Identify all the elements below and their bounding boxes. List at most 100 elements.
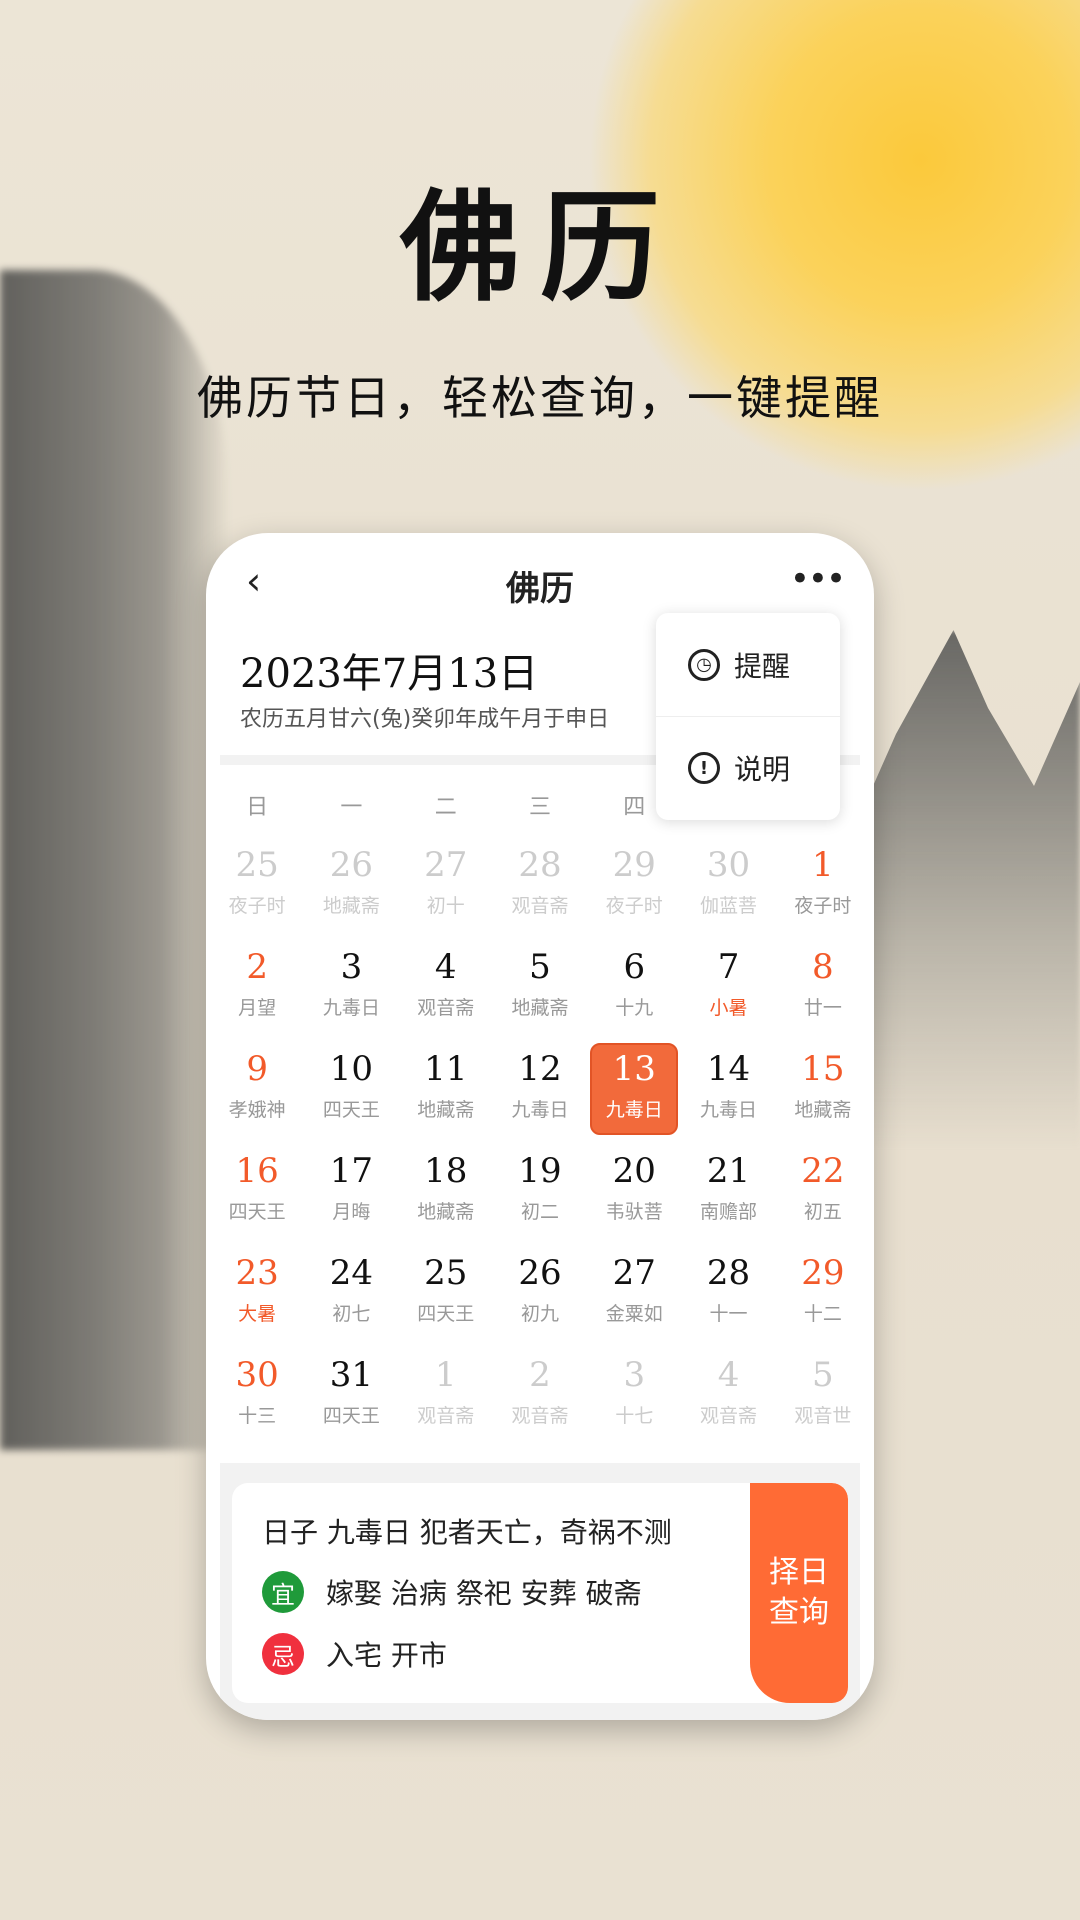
day-number: 29 xyxy=(801,1253,845,1293)
calendar-day[interactable]: 25 夜子时 xyxy=(210,833,304,935)
calendar-day[interactable]: 26 初九 xyxy=(493,1241,587,1343)
pick-label-2: 查询 xyxy=(769,1595,829,1630)
calendar-day[interactable]: 31 四天王 xyxy=(304,1343,398,1445)
day-number: 20 xyxy=(612,1151,656,1191)
calendar-day[interactable]: 19 初二 xyxy=(493,1139,587,1241)
day-number: 9 xyxy=(246,1049,268,1089)
day-number: 4 xyxy=(434,947,457,987)
day-lunar-label: 九毒日 xyxy=(605,1099,663,1121)
day-number: 4 xyxy=(717,1355,740,1395)
calendar-day[interactable]: 8 廿一 xyxy=(776,935,870,1037)
calendar-day[interactable]: 27 初十 xyxy=(399,833,493,935)
calendar-day[interactable]: 28 观音斋 xyxy=(493,833,587,935)
day-number: 24 xyxy=(329,1253,374,1293)
weekday-label: 二 xyxy=(434,795,457,820)
ji-badge: 忌 xyxy=(262,1633,304,1675)
day-number: 31 xyxy=(329,1355,374,1395)
day-lunar-label: 伽蓝菩 xyxy=(700,895,758,917)
day-lunar-label: 初五 xyxy=(803,1201,842,1223)
calendar-day[interactable]: 28 十一 xyxy=(681,1241,775,1343)
day-lunar-label: 地藏斋 xyxy=(417,1099,475,1121)
menu-item-reminder[interactable]: ◷ 提醒 xyxy=(656,613,840,716)
day-lunar-label: 观音斋 xyxy=(511,895,569,917)
calendar-day[interactable]: 29 十二 xyxy=(776,1241,870,1343)
calendar-day[interactable]: 27 金粟如 xyxy=(587,1241,681,1343)
day-lunar-label: 观音斋 xyxy=(417,997,475,1019)
day-lunar-label: 四天王 xyxy=(228,1201,286,1223)
day-number: 29 xyxy=(612,845,656,885)
menu-item-help[interactable]: ! 说明 xyxy=(656,716,840,819)
calendar-day[interactable]: 4 观音斋 xyxy=(399,935,493,1037)
weekday-label: 三 xyxy=(528,795,551,820)
calendar-day-selected[interactable]: 13 九毒日 xyxy=(587,1037,681,1139)
calendar-days: 25 夜子时 26 地藏斋 27 初十 28 观音斋 29 夜子时 30 伽蓝菩 1 夜子时 2 月望 3 九毒日… xyxy=(210,833,870,1445)
day-number: 1 xyxy=(812,845,834,885)
calendar-day[interactable]: 22 初五 xyxy=(776,1139,870,1241)
calendar-day[interactable]: 5 地藏斋 xyxy=(493,935,587,1037)
calendar-day[interactable]: 12 九毒日 xyxy=(493,1037,587,1139)
calendar-day[interactable]: 20 韦驮菩 xyxy=(587,1139,681,1241)
calendar-day[interactable]: 3 十七 xyxy=(587,1343,681,1445)
alarm-clock-icon: ◷ xyxy=(688,648,720,681)
calendar-day[interactable]: 1 观音斋 xyxy=(399,1343,493,1445)
day-lunar-label: 十九 xyxy=(615,997,654,1019)
day-lunar-label: 观音斋 xyxy=(417,1405,475,1427)
day-lunar-label: 地藏斋 xyxy=(417,1201,475,1223)
day-lunar-label: 韦驮菩 xyxy=(605,1201,663,1223)
more-icon[interactable]: ••• xyxy=(790,559,846,599)
day-lunar-label: 地藏斋 xyxy=(322,895,380,917)
day-number: 27 xyxy=(424,845,468,885)
calendar-day[interactable]: 23 大暑 xyxy=(210,1241,304,1343)
day-lunar-label: 夜子时 xyxy=(794,895,852,917)
calendar-day[interactable]: 25 四天王 xyxy=(399,1241,493,1343)
calendar-day[interactable]: 17 月晦 xyxy=(304,1139,398,1241)
calendar-day[interactable]: 29 夜子时 xyxy=(587,833,681,935)
day-lunar-label: 观音斋 xyxy=(511,1405,569,1427)
calendar-day[interactable]: 7 小暑 xyxy=(681,935,775,1037)
day-number: 19 xyxy=(518,1151,562,1191)
calendar-day[interactable]: 3 九毒日 xyxy=(304,935,398,1037)
calendar-day[interactable]: 18 地藏斋 xyxy=(399,1139,493,1241)
day-lunar-label: 地藏斋 xyxy=(794,1099,852,1121)
day-number: 21 xyxy=(706,1151,751,1191)
day-number: 26 xyxy=(329,845,374,885)
day-number: 16 xyxy=(235,1151,279,1191)
info-icon: ! xyxy=(688,752,720,784)
calendar-day[interactable]: 10 四天王 xyxy=(304,1037,398,1139)
calendar-day[interactable]: 2 月望 xyxy=(210,935,304,1037)
calendar-day[interactable]: 6 十九 xyxy=(587,935,681,1037)
calendar-day[interactable]: 11 地藏斋 xyxy=(399,1037,493,1139)
date-picker-query-button[interactable]: 择日 查询 xyxy=(750,1483,848,1703)
calendar-day[interactable]: 24 初七 xyxy=(304,1241,398,1343)
calendar-day[interactable]: 15 地藏斋 xyxy=(776,1037,870,1139)
calendar-day[interactable]: 2 观音斋 xyxy=(493,1343,587,1445)
calendar-day[interactable]: 5 观音世 xyxy=(776,1343,870,1445)
calendar-day[interactable]: 26 地藏斋 xyxy=(304,833,398,935)
day-lunar-label: 十一 xyxy=(709,1303,748,1325)
day-lunar-label: 夜子时 xyxy=(605,895,663,917)
calendar-day[interactable]: 30 伽蓝菩 xyxy=(681,833,775,935)
day-lunar-label: 十二 xyxy=(803,1303,842,1325)
menu-item-label: 说明 xyxy=(734,753,791,786)
day-lunar-label: 金粟如 xyxy=(605,1303,663,1325)
day-lunar-label: 观音世 xyxy=(794,1405,852,1427)
day-number: 17 xyxy=(329,1151,374,1191)
day-number: 28 xyxy=(706,1253,751,1293)
day-number: 2 xyxy=(529,1355,551,1395)
calendar-day[interactable]: 30 十三 xyxy=(210,1343,304,1445)
hero-subtitle: 佛历节日，轻松查询，一键提醒 xyxy=(197,371,883,425)
calendar-day[interactable]: 9 孝娥神 xyxy=(210,1037,304,1139)
calendar-day[interactable]: 4 观音斋 xyxy=(681,1343,775,1445)
day-lunar-label: 月晦 xyxy=(332,1201,371,1223)
phone-screen: ‹ 佛历 ••• 2023年7月13日 农历五月甘六(兔)癸卯年成午月于申日 日… xyxy=(206,533,874,1720)
day-number: 5 xyxy=(529,947,551,987)
calendar-day[interactable]: 1 夜子时 xyxy=(776,833,870,935)
yi-list: 嫁娶 治病 祭祀 安葬 破斋 xyxy=(326,1577,642,1610)
calendar-day[interactable]: 14 九毒日 xyxy=(681,1037,775,1139)
day-lunar-label: 四天王 xyxy=(322,1405,380,1427)
weekday-label: 一 xyxy=(340,795,363,820)
calendar-day[interactable]: 21 南赡部 xyxy=(681,1139,775,1241)
day-lunar-label: 初九 xyxy=(520,1303,559,1325)
day-lunar-label: 初二 xyxy=(520,1201,559,1223)
calendar-day[interactable]: 16 四天王 xyxy=(210,1139,304,1241)
